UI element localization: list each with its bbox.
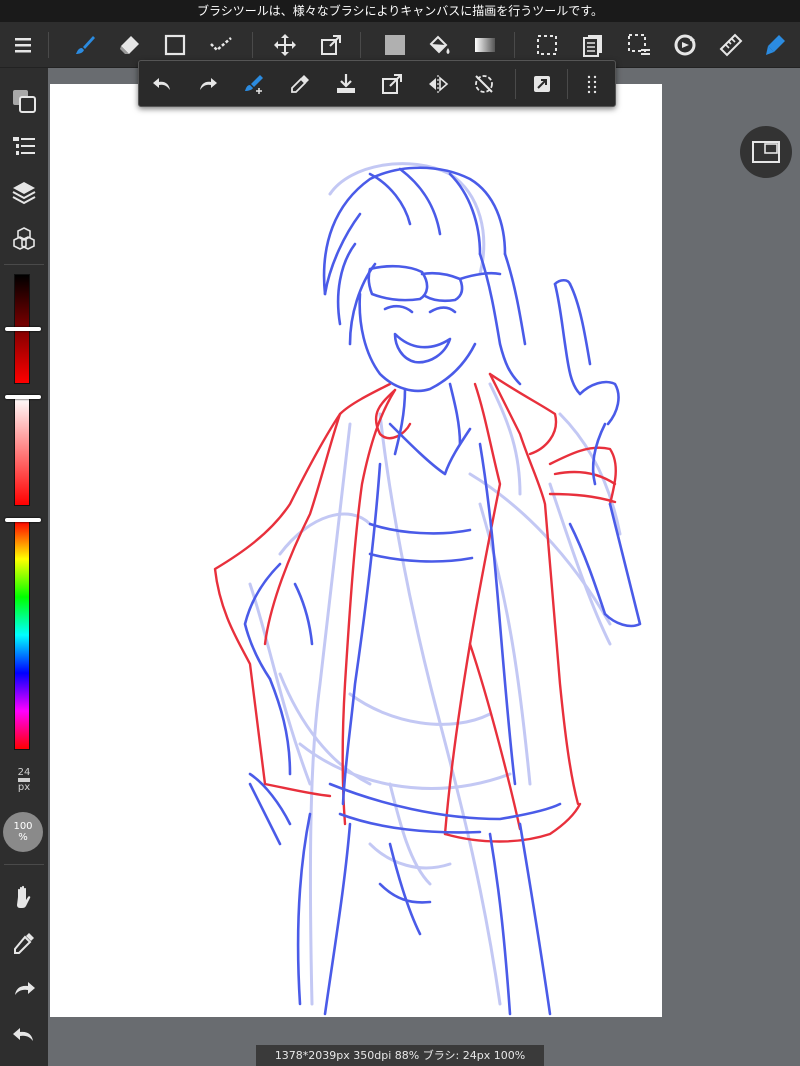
toolbar-divider	[514, 32, 515, 58]
materials-cubes-icon[interactable]	[7, 222, 41, 256]
brightness-slider-handle[interactable]	[5, 327, 41, 331]
sidebar-divider	[4, 264, 44, 265]
toolbar-divider	[252, 32, 253, 58]
gradient-icon[interactable]	[468, 28, 502, 62]
app-window: ブラシツールは、様々なブラシによりキャンバスに描画を行うツールです。 24 px…	[0, 0, 800, 1066]
opacity-unit: %	[18, 832, 28, 843]
toolbar-divider	[360, 32, 361, 58]
toolbar-divider	[48, 32, 49, 58]
menu-icon[interactable]	[6, 28, 40, 62]
left-sidebar: 24 px 100 %	[0, 68, 48, 1066]
move-arrows-icon[interactable]	[268, 28, 302, 62]
sidebar-divider	[4, 864, 44, 865]
brush-size-indicator[interactable]: 24 px	[8, 767, 40, 793]
filled-square-icon[interactable]	[378, 28, 412, 62]
square-outline-icon[interactable]	[158, 28, 192, 62]
eyedropper-icon[interactable]	[7, 926, 41, 960]
redo-icon[interactable]	[7, 972, 41, 1006]
float-toolbar-divider	[567, 69, 568, 99]
undo-icon[interactable]	[7, 1018, 41, 1052]
opacity-value: 100	[13, 821, 33, 832]
canvas-info-bar: 1378*2039px 350dpi 88% ブラシ: 24px 100%	[256, 1045, 544, 1066]
reference-window-button[interactable]	[740, 126, 792, 178]
saturation-slider-handle[interactable]	[5, 395, 41, 399]
brush-settings-icon[interactable]	[237, 67, 271, 101]
sketch-artwork	[213, 162, 642, 1016]
transform-icon[interactable]	[314, 28, 348, 62]
rough-sketch-layer	[248, 162, 622, 1006]
flip-horizontal-icon[interactable]	[421, 67, 455, 101]
float-toolbar-divider	[515, 69, 516, 99]
rotate-lock-icon[interactable]	[467, 67, 501, 101]
hue-slider-handle[interactable]	[5, 518, 41, 522]
grid-dots-icon[interactable]	[575, 67, 609, 101]
layers-icon[interactable]	[7, 176, 41, 210]
export-icon[interactable]	[375, 67, 409, 101]
quick-access-toolbar	[138, 60, 616, 107]
jacket-sketch-layer	[213, 372, 617, 843]
redo-icon[interactable]	[191, 67, 225, 101]
drawing-canvas[interactable]	[50, 84, 662, 1017]
dotted-check-icon[interactable]	[204, 28, 238, 62]
snap-icon[interactable]	[525, 67, 559, 101]
undo-icon[interactable]	[145, 67, 179, 101]
ruler-icon[interactable]	[714, 28, 748, 62]
color-swatch-icon[interactable]	[7, 84, 41, 118]
hand-icon[interactable]	[7, 880, 41, 914]
lineart-sketch-layer	[243, 166, 642, 1016]
rotate-icon[interactable]	[668, 28, 702, 62]
marquee-icon[interactable]	[530, 28, 564, 62]
pen-nib-icon[interactable]	[758, 28, 792, 62]
brush-size-value: 24	[17, 767, 31, 778]
opacity-indicator[interactable]: 100 %	[3, 812, 43, 852]
document-copy-icon[interactable]	[576, 28, 610, 62]
tool-hint-bar: ブラシツールは、様々なブラシによりキャンバスに描画を行うツールです。	[0, 0, 800, 22]
brush-size-unit: px	[17, 782, 31, 793]
saturation-slider[interactable]	[14, 396, 30, 506]
window-icon	[752, 141, 780, 163]
eyedropper-icon[interactable]	[283, 67, 317, 101]
paint-bucket-icon[interactable]	[422, 28, 456, 62]
eraser-icon[interactable]	[112, 28, 146, 62]
brush-icon[interactable]	[68, 28, 102, 62]
hue-slider[interactable]	[14, 520, 30, 750]
marquee-erase-icon[interactable]	[622, 28, 656, 62]
brush-list-icon[interactable]	[7, 130, 41, 164]
download-icon[interactable]	[329, 67, 363, 101]
